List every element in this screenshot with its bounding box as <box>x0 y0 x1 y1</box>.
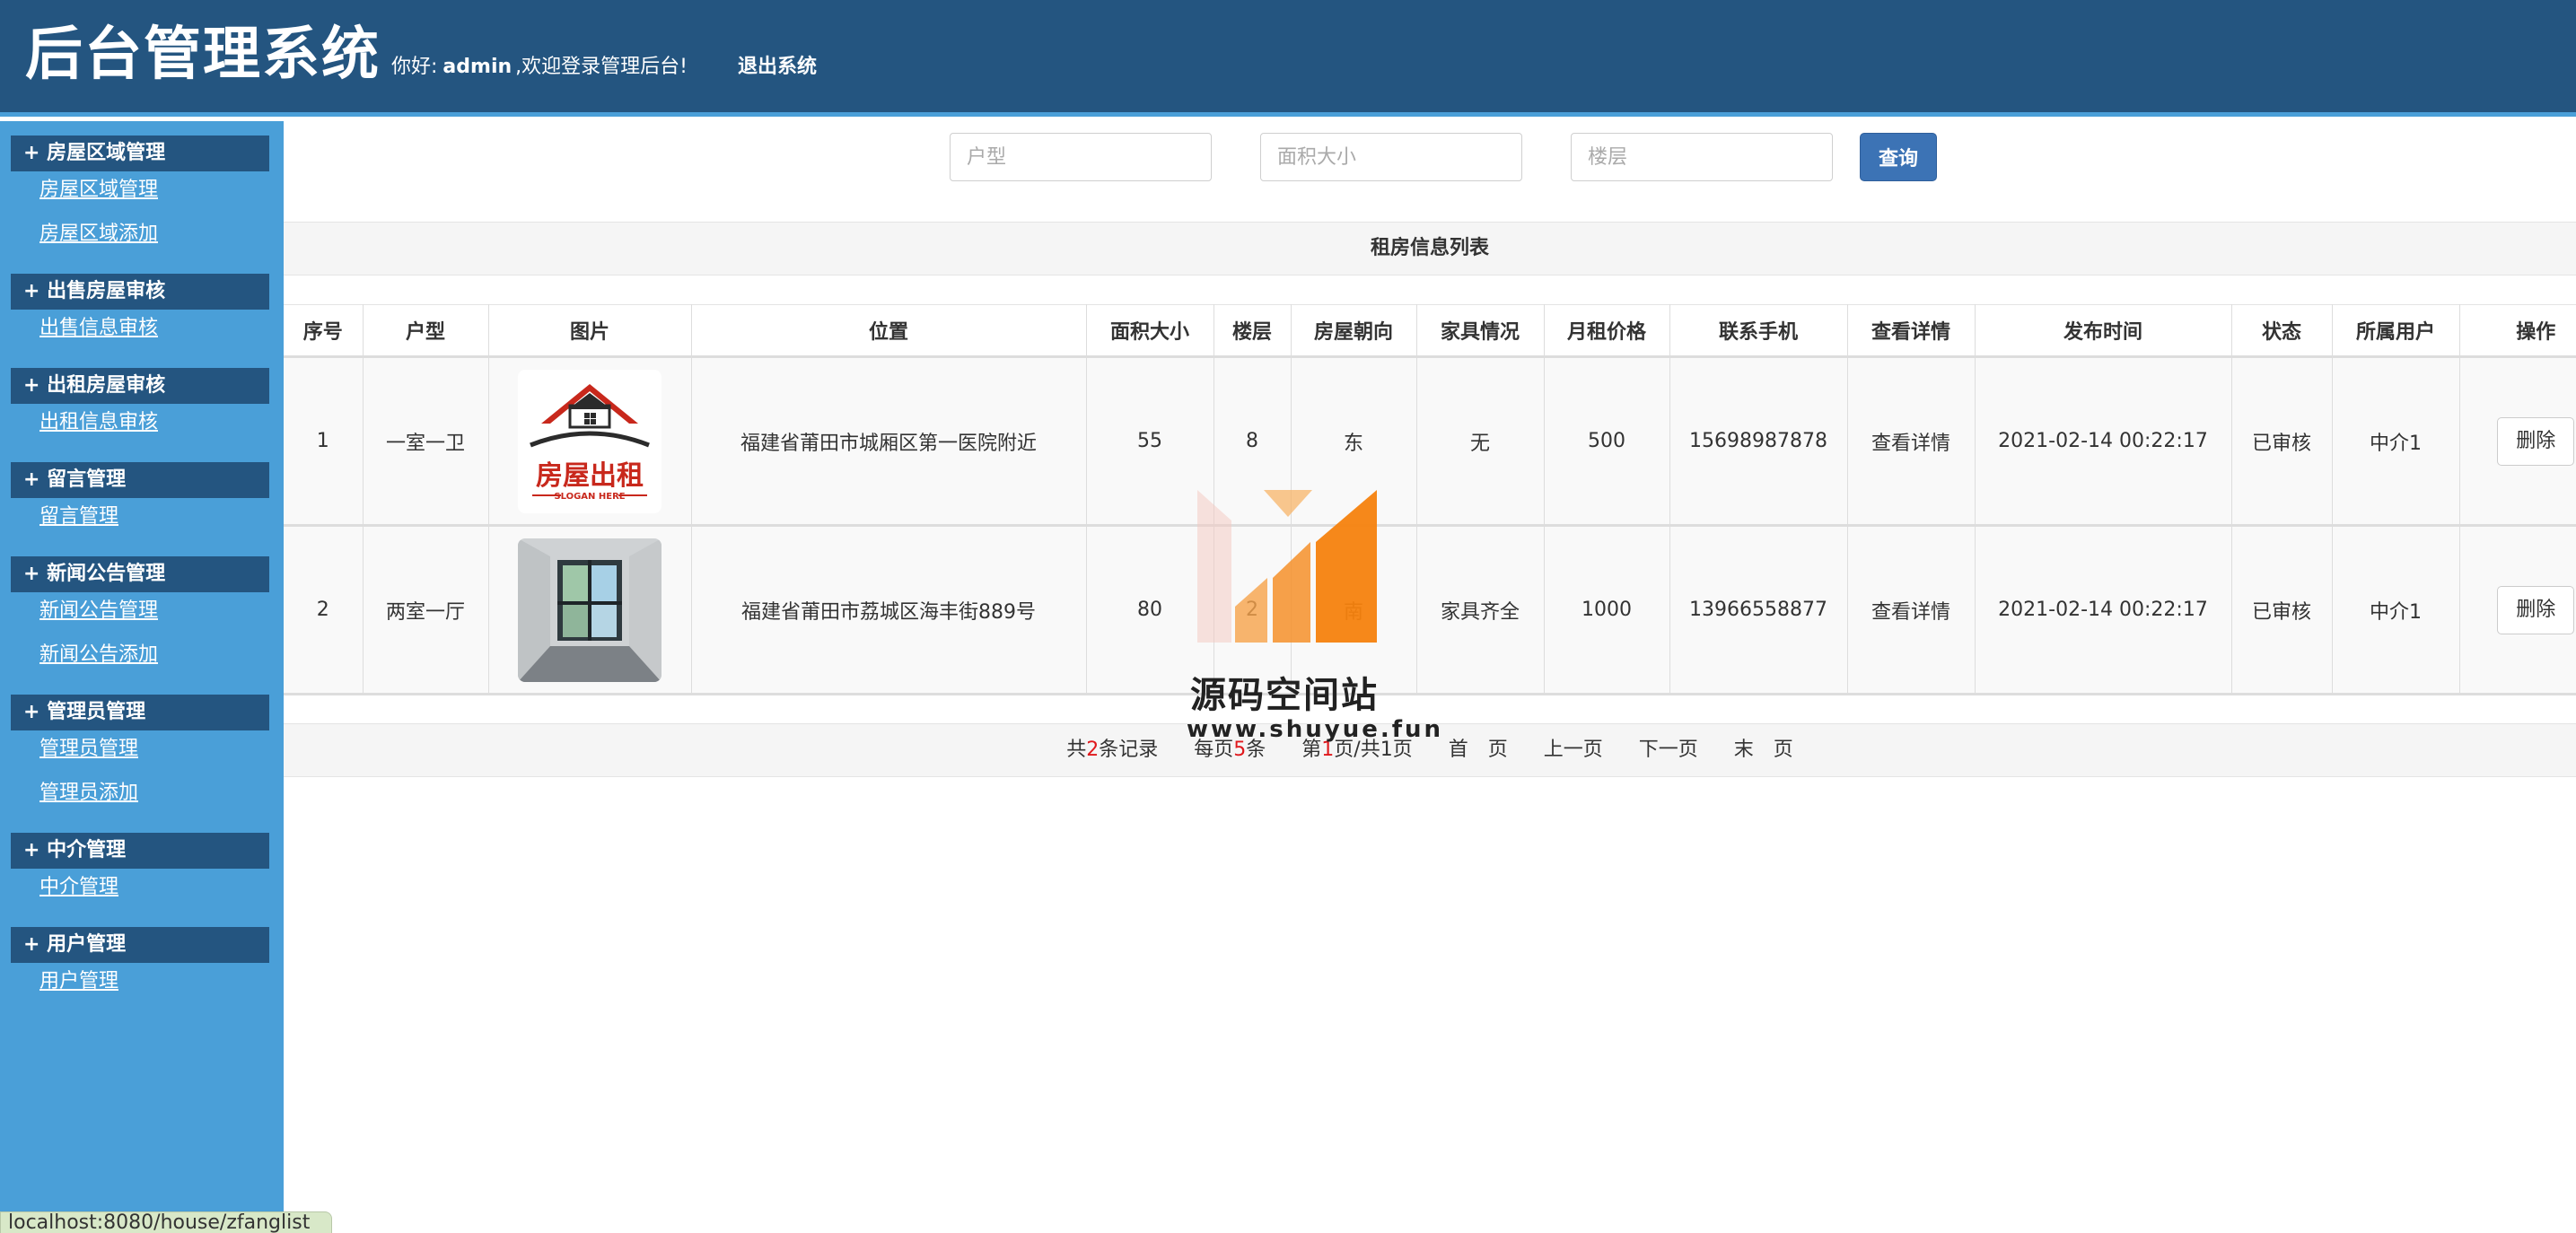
cell-price: 1000 <box>1544 525 1670 695</box>
rent-sign-logo-image: 房屋出租 SLOGAN HERE <box>518 369 662 513</box>
sidebar: + 房屋区域管理 房屋区域管理 房屋区域添加 + 出售房屋审核 出售信息审核 +… <box>0 121 284 1233</box>
cell-location: 福建省莆田市荔城区海丰街889号 <box>691 525 1087 695</box>
cell-index: 1 <box>284 356 364 527</box>
rental-table: 序号 户型 图片 位置 面积大小 楼层 房屋朝向 家具情况 月租价格 联系手机 … <box>284 304 2576 695</box>
watermark-url: www.shuyue.fun <box>1187 716 1444 743</box>
delete-button[interactable]: 删除 <box>2497 416 2575 466</box>
sidebar-group-messages[interactable]: + 留言管理 <box>11 462 269 498</box>
col-header: 房屋朝向 <box>1291 304 1417 358</box>
cell-layout: 两室一厅 <box>363 525 489 695</box>
cell-index: 2 <box>284 525 364 695</box>
cell-publish-time: 2021-02-14 00:22:17 <box>1975 356 2232 527</box>
col-header: 家具情况 <box>1416 304 1545 358</box>
cell-image <box>488 525 692 695</box>
col-header: 月租价格 <box>1544 304 1670 358</box>
pager-last-link[interactable]: 末 页 <box>1734 739 1793 761</box>
sidebar-item-admins-add[interactable]: 管理员添加 <box>39 780 138 807</box>
sidebar-item-area-add[interactable]: 房屋区域添加 <box>39 221 158 248</box>
sidebar-item-news-manage[interactable]: 新闻公告管理 <box>39 598 158 625</box>
sidebar-group-sale-review[interactable]: + 出售房屋审核 <box>11 274 269 310</box>
cell-owner: 中介1 <box>2332 525 2460 695</box>
view-detail-link[interactable]: 查看详情 <box>1847 356 1976 527</box>
header-bar: 后台管理系统 你好: admin ,欢迎登录管理后台! 退出系统 <box>0 0 2576 117</box>
sidebar-item-news-add[interactable]: 新闻公告添加 <box>39 642 158 669</box>
pager-total-prefix: 共 <box>1066 739 1087 761</box>
col-header: 图片 <box>488 304 692 358</box>
pager-prev-link[interactable]: 上一页 <box>1544 739 1603 761</box>
table-row: 1 一室一卫 房屋出租 SLOGAN HERE 福建省莆田市城厢区第一医院附近 … <box>284 356 2576 527</box>
col-header: 操作 <box>2459 304 2576 358</box>
sidebar-group-admins[interactable]: + 管理员管理 <box>11 695 269 730</box>
greeting-text: 你好: admin ,欢迎登录管理后台! <box>391 54 688 81</box>
app-title: 后台管理系统 <box>25 22 381 88</box>
col-header: 状态 <box>2231 304 2333 358</box>
col-header: 联系手机 <box>1669 304 1848 358</box>
col-header: 序号 <box>284 304 364 358</box>
sidebar-group-agents[interactable]: + 中介管理 <box>11 833 269 869</box>
col-header: 楼层 <box>1214 304 1292 358</box>
cell-layout: 一室一卫 <box>363 356 489 527</box>
sidebar-item-messages[interactable]: 留言管理 <box>39 503 118 530</box>
col-header: 所属用户 <box>2332 304 2460 358</box>
sidebar-item-users[interactable]: 用户管理 <box>39 968 118 995</box>
sidebar-group-area[interactable]: + 房屋区域管理 <box>11 136 269 171</box>
cell-status: 已审核 <box>2231 356 2333 527</box>
status-bar-url: localhost:8080/house/zfanglist <box>0 1211 332 1233</box>
pager-next-link[interactable]: 下一页 <box>1639 739 1698 761</box>
sidebar-item-admins-manage[interactable]: 管理员管理 <box>39 736 138 763</box>
col-header: 发布时间 <box>1975 304 2232 358</box>
cell-status: 已审核 <box>2231 525 2333 695</box>
delete-button[interactable]: 删除 <box>2497 585 2575 634</box>
sidebar-item-rent-review[interactable]: 出租信息审核 <box>39 409 158 436</box>
col-header: 户型 <box>363 304 489 358</box>
pager-total-suffix: 条记录 <box>1099 739 1159 761</box>
cell-publish-time: 2021-02-14 00:22:17 <box>1975 525 2232 695</box>
greeting-prefix: 你好: <box>391 56 438 78</box>
table-row: 2 两室一厅 福建省莆田市荔城区海丰街889号 80 家具齐全 1000 139… <box>284 525 2576 695</box>
cell-location: 福建省莆田市城厢区第一医院附近 <box>691 356 1087 527</box>
cell-action: 删除 <box>2459 525 2576 695</box>
cell-price: 500 <box>1544 356 1670 527</box>
layout-search-input[interactable] <box>950 133 1212 181</box>
greeting-suffix: ,欢迎登录管理后台! <box>515 56 688 78</box>
cell-furniture: 家具齐全 <box>1416 525 1545 695</box>
table-header-row: 序号 户型 图片 位置 面积大小 楼层 房屋朝向 家具情况 月租价格 联系手机 … <box>284 304 2576 358</box>
area-search-input[interactable] <box>1260 133 1522 181</box>
pager-first-link[interactable]: 首 页 <box>1449 739 1508 761</box>
empty-room-photo <box>518 538 662 682</box>
cell-phone: 13966558877 <box>1669 525 1848 695</box>
cell-owner: 中介1 <box>2332 356 2460 527</box>
cell-furniture: 无 <box>1416 356 1545 527</box>
sidebar-group-rent-review[interactable]: + 出租房屋审核 <box>11 368 269 404</box>
sidebar-group-news[interactable]: + 新闻公告管理 <box>11 556 269 592</box>
col-header: 面积大小 <box>1086 304 1214 358</box>
watermark-text: 源码空间站 <box>1190 675 1379 716</box>
logo-text: 房屋出租 <box>536 460 644 492</box>
col-header: 位置 <box>691 304 1087 358</box>
floor-search-input[interactable] <box>1571 133 1833 181</box>
username: admin <box>442 56 513 78</box>
search-button[interactable]: 查询 <box>1860 133 1937 181</box>
cell-image: 房屋出租 SLOGAN HERE <box>488 356 692 527</box>
sidebar-item-area-manage[interactable]: 房屋区域管理 <box>39 177 158 204</box>
view-detail-link[interactable]: 查看详情 <box>1847 525 1976 695</box>
logo-slogan: SLOGAN HERE <box>554 492 625 502</box>
logout-link[interactable]: 退出系统 <box>738 54 817 81</box>
pager-total: 2 <box>1086 739 1100 761</box>
sidebar-item-agents[interactable]: 中介管理 <box>39 874 118 901</box>
table-caption: 租房信息列表 <box>284 222 2576 275</box>
col-header: 查看详情 <box>1847 304 1976 358</box>
cell-phone: 15698987878 <box>1669 356 1848 527</box>
sidebar-group-users[interactable]: + 用户管理 <box>11 927 269 963</box>
cell-action: 删除 <box>2459 356 2576 527</box>
sidebar-item-sale-review[interactable]: 出售信息审核 <box>39 315 158 342</box>
